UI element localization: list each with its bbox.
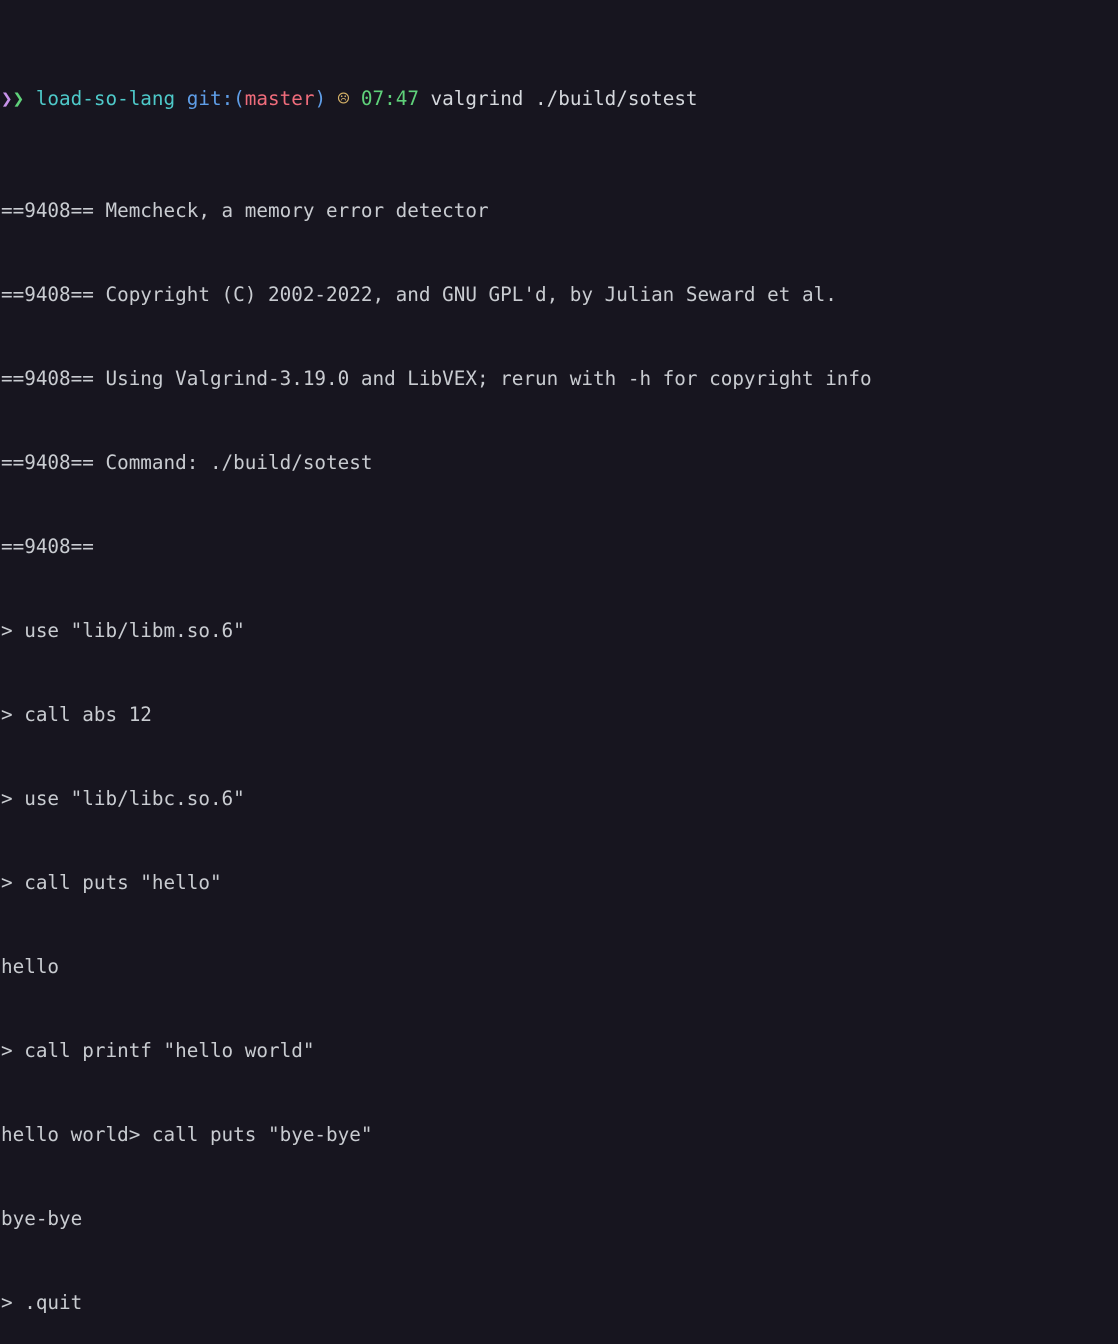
terminal-screen[interactable]: ❯❯ load-so-lang git:(master) ☹ 07:47 val… bbox=[0, 0, 1118, 1314]
prompt-space-4 bbox=[349, 87, 361, 110]
prompt-directory: load-so-lang bbox=[35, 87, 176, 110]
frowning-face-icon: ☹ bbox=[337, 87, 350, 110]
output-line: > .quit bbox=[1, 1291, 83, 1314]
prompt-arrow-first: ❯ bbox=[1, 87, 13, 110]
output-line: > use "lib/libm.so.6" bbox=[1, 619, 245, 642]
prompt-timestamp: 07:47 bbox=[360, 87, 419, 110]
prompt-space-3 bbox=[326, 87, 338, 110]
output-line: > call puts "hello" bbox=[1, 871, 222, 894]
prompt-space-1 bbox=[24, 87, 36, 110]
output-line: > call printf "hello world" bbox=[1, 1039, 315, 1062]
prompt-arrow-second: ❯ bbox=[12, 87, 25, 110]
output-line: ==9408== bbox=[1, 535, 106, 558]
output-line: ==9408== Using Valgrind-3.19.0 and LibVE… bbox=[1, 367, 872, 390]
output-line: ==9408== Memcheck, a memory error detect… bbox=[1, 199, 489, 222]
shell-prompt-line: ❯❯ load-so-lang git:(master) ☹ 07:47 val… bbox=[1, 85, 1118, 113]
output-line: ==9408== Copyright (C) 2002-2022, and GN… bbox=[1, 283, 837, 306]
output-line: > use "lib/libc.so.6" bbox=[1, 787, 245, 810]
output-line: > call abs 12 bbox=[1, 703, 152, 726]
output-line: bye-bye bbox=[1, 1207, 83, 1230]
prompt-space-5 bbox=[419, 87, 431, 110]
prompt-space-2 bbox=[175, 87, 187, 110]
prompt-git-branch: master bbox=[244, 87, 315, 110]
prompt-git-label: git:( bbox=[186, 87, 245, 110]
prompt-command-text: valgrind ./build/sotest bbox=[430, 87, 698, 110]
output-line: hello world> call puts "bye-bye" bbox=[1, 1123, 373, 1146]
output-line: hello bbox=[1, 955, 60, 978]
output-line: ==9408== Command: ./build/sotest bbox=[1, 451, 373, 474]
prompt-git-close-paren: ) bbox=[314, 87, 327, 110]
